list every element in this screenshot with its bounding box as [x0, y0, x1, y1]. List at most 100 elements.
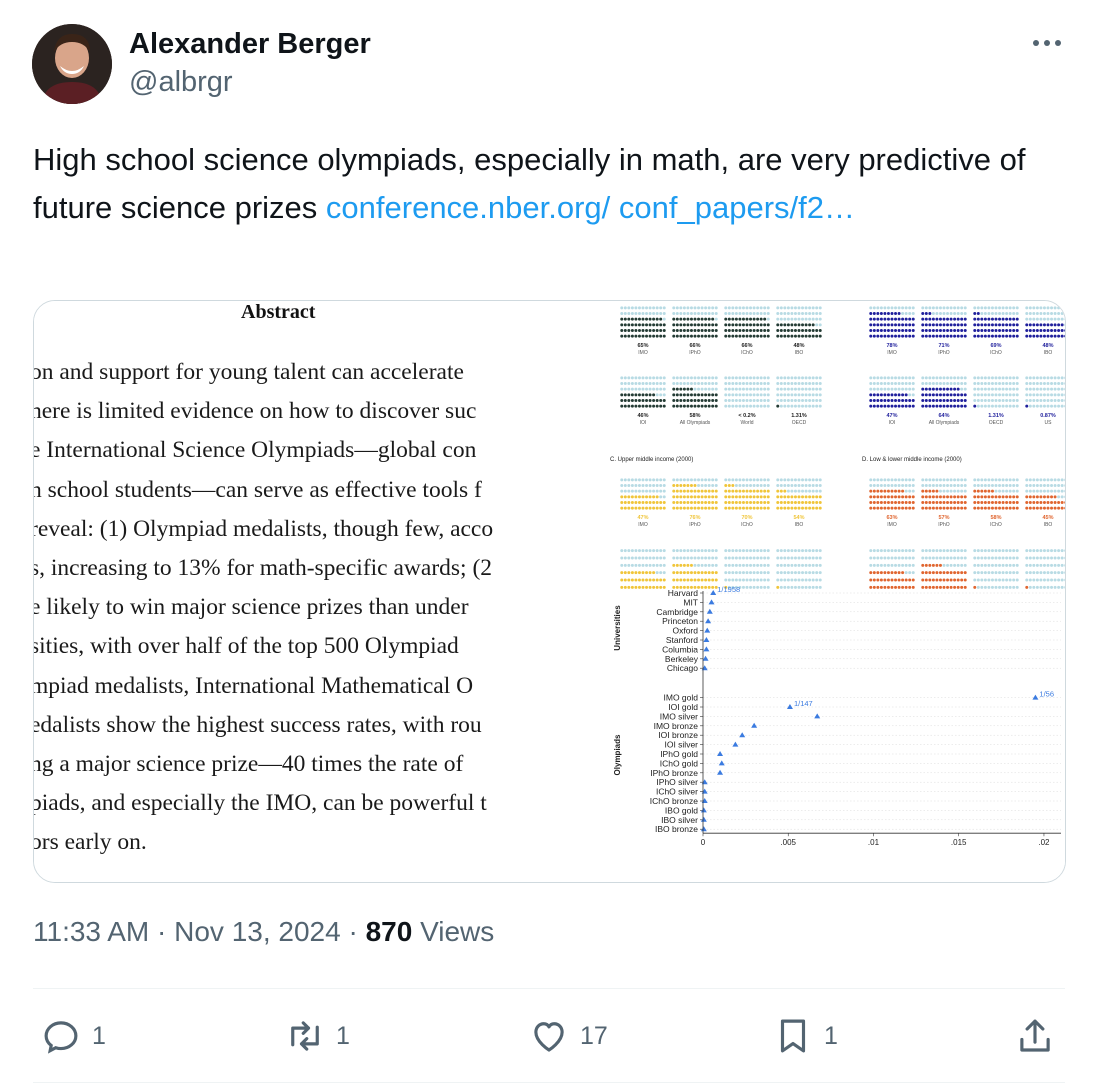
- tweet-link[interactable]: conference.nber.org/ conf_papers/f2…: [326, 190, 855, 225]
- waffle-dot: [946, 495, 950, 499]
- waffle-dot: [901, 495, 905, 499]
- waffle-dot: [763, 323, 767, 327]
- waffle-dot: [752, 484, 756, 487]
- waffle-dot: [738, 478, 742, 482]
- waffle-dot: [630, 329, 634, 332]
- tweet-date[interactable]: Nov 13, 2024: [174, 916, 341, 947]
- waffle-dot: [637, 306, 641, 310]
- more-icon[interactable]: [1030, 28, 1066, 58]
- waffle-dot: [700, 484, 704, 487]
- waffle-dot: [1039, 495, 1043, 499]
- waffle-dot: [1012, 306, 1016, 310]
- waffle-dot: [980, 478, 984, 482]
- waffle-dot: [983, 323, 987, 327]
- waffle-dot: [1032, 501, 1036, 504]
- waffle-dot: [707, 478, 711, 482]
- waffle-dot: [637, 393, 641, 397]
- tweet-media[interactable]: Abstract on and support for young talent…: [33, 300, 1066, 883]
- waffle-dot: [960, 501, 964, 504]
- waffle-dot: [637, 478, 641, 482]
- waffle-dot: [994, 323, 998, 327]
- waffle-dot: [876, 556, 880, 560]
- waffle-dot: [1015, 334, 1019, 338]
- waffle-dot: [811, 549, 815, 553]
- waffle-dot: [655, 376, 659, 380]
- waffle-dot: [1005, 399, 1009, 402]
- waffle-dot: [1001, 382, 1005, 385]
- waffle-dot: [928, 501, 932, 504]
- waffle-dot: [1050, 495, 1054, 499]
- bookmark-button[interactable]: 1: [772, 1014, 838, 1058]
- waffle-dot: [1046, 317, 1050, 321]
- waffle-dot: [731, 506, 735, 510]
- waffle-dot: [679, 306, 683, 310]
- waffle-dot: [801, 382, 805, 385]
- waffle-dot: [1057, 556, 1061, 560]
- waffle-dot: [886, 334, 890, 338]
- waffle-dot: [641, 404, 645, 408]
- waffle-dot: [938, 404, 942, 408]
- waffle-dot: [1035, 501, 1039, 504]
- waffle-dot: [801, 312, 805, 315]
- waffle-dot: [634, 334, 638, 338]
- avatar[interactable]: [32, 24, 112, 104]
- waffle-dot: [707, 506, 711, 510]
- waffle-dot: [679, 495, 683, 499]
- waffle-dot: [1060, 571, 1064, 575]
- tweet-time[interactable]: 11:33 AM: [33, 916, 149, 947]
- waffle-dot: [890, 478, 894, 482]
- waffle-dot: [938, 393, 942, 397]
- waffle-dot: [1015, 404, 1019, 408]
- waffle-dot: [741, 563, 745, 567]
- waffle-dot: [689, 495, 693, 499]
- waffle-dot: [1001, 393, 1005, 397]
- waffle-dot: [908, 563, 912, 567]
- waffle-dot: [1046, 571, 1050, 575]
- waffle-dot: [776, 317, 780, 321]
- reply-button[interactable]: 1: [40, 1014, 106, 1058]
- waffle-dot: [797, 571, 801, 575]
- author-handle[interactable]: @albrgr: [129, 66, 233, 99]
- waffle-dot: [973, 484, 977, 487]
- waffle-dot: [1035, 334, 1039, 338]
- author-name[interactable]: Alexander Berger: [129, 28, 371, 61]
- waffle-dot: [976, 484, 980, 487]
- tl-row2-label: All Olympiads: [680, 420, 711, 426]
- waffle-dot: [749, 478, 753, 482]
- waffle-dot: [645, 404, 649, 408]
- waffle-dot: [731, 501, 735, 504]
- waffle-dot: [641, 399, 645, 402]
- waffle-dot: [931, 387, 935, 391]
- waffle-dot: [994, 578, 998, 582]
- waffle-dot: [763, 376, 767, 380]
- waffle-dot: [724, 382, 728, 385]
- waffle-dot: [697, 312, 701, 315]
- waffle-dot: [675, 329, 679, 332]
- waffle-dot: [766, 578, 770, 582]
- share-button[interactable]: [1014, 1014, 1056, 1058]
- like-button[interactable]: 17: [528, 1014, 608, 1058]
- retweet-count: 1: [336, 1021, 350, 1050]
- waffle-dot: [886, 478, 890, 482]
- waffle-dot: [648, 563, 652, 567]
- waffle-dot: [682, 306, 686, 310]
- waffle-dot: [727, 393, 731, 397]
- waffle-dot: [783, 571, 787, 575]
- waffle-dot: [700, 382, 704, 385]
- waffle-dot: [620, 323, 624, 327]
- waffle-dot: [872, 334, 876, 338]
- waffle-dot: [711, 387, 715, 391]
- waffle-dot: [682, 329, 686, 332]
- waffle-dot: [630, 556, 634, 560]
- retweet-button[interactable]: 1: [284, 1014, 350, 1058]
- waffle-dot: [963, 404, 967, 408]
- waffle-dot: [956, 399, 960, 402]
- waffle-dot: [652, 387, 656, 391]
- waffle-dot: [1060, 382, 1064, 385]
- waffle-dot: [897, 571, 901, 575]
- waffle-dot: [804, 399, 808, 402]
- waffle-dot: [763, 329, 767, 332]
- waffle-dot: [1060, 484, 1064, 487]
- waffle-dot: [686, 329, 690, 332]
- waffle-dot: [994, 334, 998, 338]
